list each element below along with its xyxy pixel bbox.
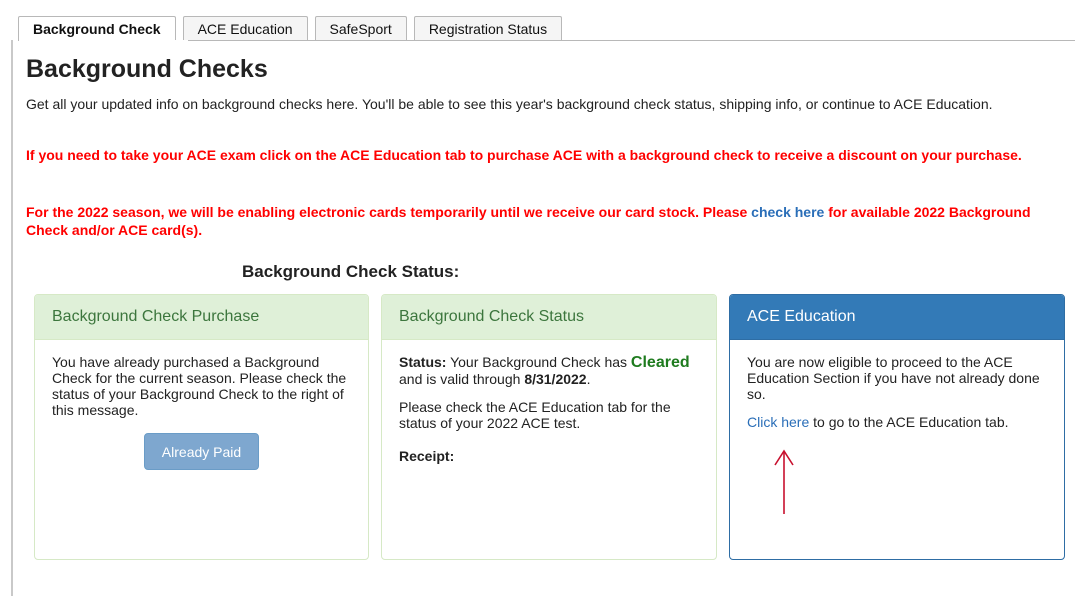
intro-text: Get all your updated info on background … <box>26 96 993 112</box>
valid-through-date: 8/31/2022 <box>524 371 587 387</box>
ace-click-here-link[interactable]: Click here <box>747 414 809 430</box>
status-panel-title: Background Check Status <box>382 295 716 340</box>
status-text: Your Background Check has <box>446 354 631 370</box>
ace-link-text: to go to the ACE Education tab. <box>809 414 1009 430</box>
tab-registration-status[interactable]: Registration Status <box>413 16 563 40</box>
already-paid-button[interactable]: Already Paid <box>144 433 259 470</box>
warning-text-pre: For the 2022 season, we will be enabling… <box>26 204 752 220</box>
active-tab-gap <box>19 40 188 41</box>
tab-ace-education[interactable]: ACE Education <box>182 16 308 40</box>
status-label: Status: <box>399 354 447 370</box>
ace-panel-title: ACE Education <box>730 295 1064 340</box>
purchase-panel-title: Background Check Purchase <box>35 295 368 340</box>
status-section-heading: Background Check Status: <box>242 262 460 281</box>
purchase-panel: Background Check Purchase You have alrea… <box>34 294 369 560</box>
electronic-cards-warning: For the 2022 season, we will be enabling… <box>26 203 1066 239</box>
purchase-panel-message: You have already purchased a Background … <box>52 354 347 418</box>
status-line: Status: Your Background Check has Cleare… <box>399 354 699 387</box>
page-title: Background Checks <box>26 55 268 83</box>
ace-exam-warning: If you need to take your ACE exam click … <box>26 147 1022 163</box>
ace-test-note: Please check the ACE Education tab for t… <box>399 399 671 431</box>
status-end: . <box>586 371 591 387</box>
ace-education-panel: ACE Education You are now eligible to pr… <box>729 294 1065 560</box>
up-arrow-icon <box>774 449 794 514</box>
ace-eligibility-message: You are now eligible to proceed to the A… <box>747 354 1040 402</box>
left-frame-border <box>11 40 13 596</box>
receipt-label: Receipt: <box>399 448 455 464</box>
tab-background-check[interactable]: Background Check <box>18 16 176 41</box>
tab-bar: Background Check ACE Education SafeSport… <box>18 16 569 41</box>
check-here-link[interactable]: check here <box>751 204 824 220</box>
cleared-status-badge: Cleared <box>630 354 690 371</box>
status-mid-text: and is valid through <box>399 371 525 387</box>
tab-safesport[interactable]: SafeSport <box>314 16 407 40</box>
status-panel: Background Check Status Status: Your Bac… <box>381 294 717 560</box>
